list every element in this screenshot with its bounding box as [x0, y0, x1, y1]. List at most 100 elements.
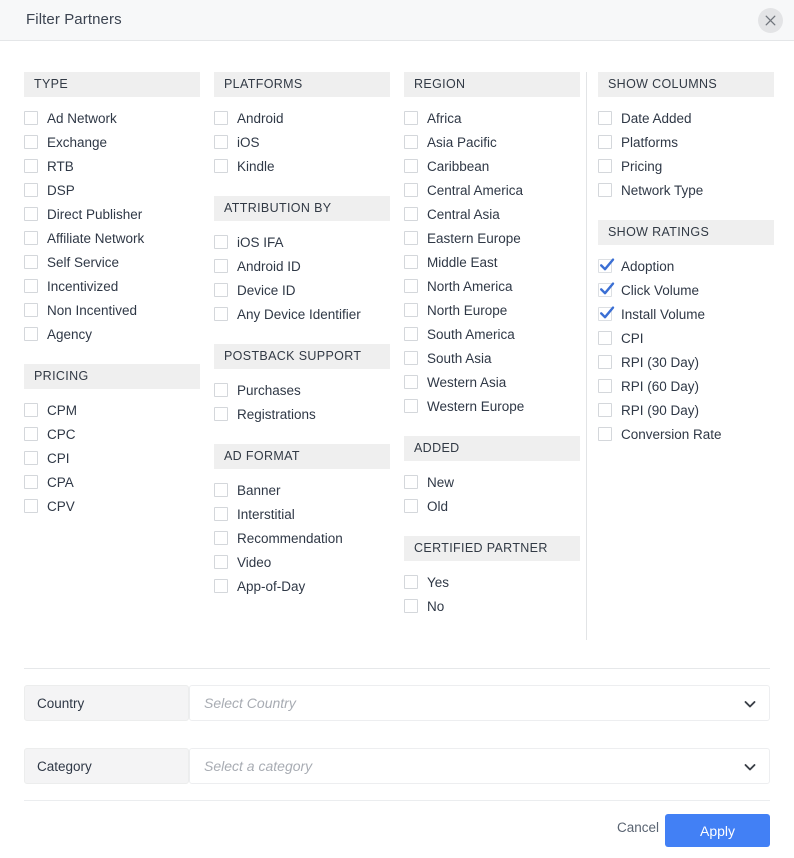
filter-option[interactable]: Caribbean [404, 154, 580, 178]
checkbox[interactable] [404, 599, 418, 613]
checkbox[interactable] [24, 475, 38, 489]
filter-option[interactable]: Network Type [598, 178, 774, 202]
checkbox[interactable] [598, 183, 612, 197]
filter-option[interactable]: CPA [24, 470, 200, 494]
checkbox[interactable] [598, 135, 612, 149]
checkbox[interactable] [214, 135, 228, 149]
checkbox[interactable] [404, 111, 418, 125]
checkbox[interactable] [598, 111, 612, 125]
filter-option[interactable]: CPI [598, 326, 774, 350]
checkbox[interactable] [404, 159, 418, 173]
filter-option[interactable]: Any Device Identifier [214, 302, 390, 326]
filter-option[interactable]: North America [404, 274, 580, 298]
checkbox[interactable] [24, 403, 38, 417]
checkbox[interactable] [404, 183, 418, 197]
filter-option[interactable]: Asia Pacific [404, 130, 580, 154]
filter-option[interactable]: Africa [404, 106, 580, 130]
checkbox[interactable] [214, 383, 228, 397]
checkbox[interactable] [24, 303, 38, 317]
filter-option[interactable]: South Asia [404, 346, 580, 370]
checkbox[interactable] [24, 159, 38, 173]
filter-option[interactable]: Conversion Rate [598, 422, 774, 446]
filter-option[interactable]: Date Added [598, 106, 774, 130]
apply-button[interactable]: Apply [665, 814, 770, 847]
checkbox[interactable] [214, 579, 228, 593]
filter-option[interactable]: DSP [24, 178, 200, 202]
filter-option[interactable]: Android [214, 106, 390, 130]
filter-option[interactable]: Interstitial [214, 502, 390, 526]
checkbox[interactable] [598, 379, 612, 393]
filter-option[interactable]: South America [404, 322, 580, 346]
filter-option[interactable]: CPC [24, 422, 200, 446]
filter-option[interactable]: Yes [404, 570, 580, 594]
checkbox[interactable] [214, 507, 228, 521]
checkbox[interactable] [214, 307, 228, 321]
checkbox[interactable] [214, 259, 228, 273]
filter-option[interactable]: Pricing [598, 154, 774, 178]
checkbox[interactable] [24, 255, 38, 269]
filter-option[interactable]: RPI (30 Day) [598, 350, 774, 374]
filter-option[interactable]: Click Volume [598, 278, 774, 302]
filter-option[interactable]: Agency [24, 322, 200, 346]
filter-option[interactable]: iOS [214, 130, 390, 154]
checkbox[interactable] [598, 306, 615, 321]
checkbox[interactable] [404, 375, 418, 389]
filter-option[interactable]: Middle East [404, 250, 580, 274]
checkbox[interactable] [404, 303, 418, 317]
category-select[interactable]: Select a category [189, 748, 770, 784]
checkbox[interactable] [598, 331, 612, 345]
filter-option[interactable]: Kindle [214, 154, 390, 178]
checkbox[interactable] [214, 483, 228, 497]
filter-option[interactable]: Central America [404, 178, 580, 202]
filter-option[interactable]: Platforms [598, 130, 774, 154]
checkbox[interactable] [404, 351, 418, 365]
filter-option[interactable]: Registrations [214, 402, 390, 426]
checkbox[interactable] [214, 531, 228, 545]
checkbox[interactable] [24, 327, 38, 341]
checkbox[interactable] [214, 407, 228, 421]
checkbox[interactable] [214, 111, 228, 125]
filter-option[interactable]: Purchases [214, 378, 390, 402]
filter-option[interactable]: Device ID [214, 278, 390, 302]
checkbox[interactable] [404, 279, 418, 293]
checkbox[interactable] [24, 451, 38, 465]
filter-option[interactable]: New [404, 470, 580, 494]
filter-option[interactable]: Affiliate Network [24, 226, 200, 250]
checkbox[interactable] [404, 327, 418, 341]
checkbox[interactable] [404, 207, 418, 221]
filter-option[interactable]: Self Service [24, 250, 200, 274]
checkbox[interactable] [214, 283, 228, 297]
filter-option[interactable]: Banner [214, 478, 390, 502]
filter-option[interactable]: Old [404, 494, 580, 518]
checkbox[interactable] [404, 231, 418, 245]
filter-option[interactable]: Android ID [214, 254, 390, 278]
filter-option[interactable]: Direct Publisher [24, 202, 200, 226]
checkbox[interactable] [404, 575, 418, 589]
country-select[interactable]: Select Country [189, 685, 770, 721]
filter-option[interactable]: No [404, 594, 580, 618]
filter-option[interactable]: RPI (90 Day) [598, 398, 774, 422]
filter-option[interactable]: Western Europe [404, 394, 580, 418]
checkbox[interactable] [24, 427, 38, 441]
close-icon[interactable] [758, 8, 783, 33]
filter-option[interactable]: App-of-Day [214, 574, 390, 598]
checkbox[interactable] [24, 135, 38, 149]
filter-option[interactable]: Eastern Europe [404, 226, 580, 250]
checkbox[interactable] [404, 399, 418, 413]
filter-option[interactable]: RPI (60 Day) [598, 374, 774, 398]
filter-option[interactable]: Adoption [598, 254, 774, 278]
checkbox[interactable] [404, 135, 418, 149]
filter-option[interactable]: Central Asia [404, 202, 580, 226]
filter-option[interactable]: Video [214, 550, 390, 574]
checkbox[interactable] [598, 403, 612, 417]
checkbox[interactable] [598, 159, 612, 173]
checkbox[interactable] [24, 231, 38, 245]
filter-option[interactable]: Exchange [24, 130, 200, 154]
filter-option[interactable]: Incentivized [24, 274, 200, 298]
cancel-button[interactable]: Cancel [613, 814, 663, 841]
filter-option[interactable]: iOS IFA [214, 230, 390, 254]
filter-option[interactable]: Install Volume [598, 302, 774, 326]
filter-option[interactable]: Ad Network [24, 106, 200, 130]
checkbox[interactable] [214, 159, 228, 173]
checkbox[interactable] [24, 499, 38, 513]
